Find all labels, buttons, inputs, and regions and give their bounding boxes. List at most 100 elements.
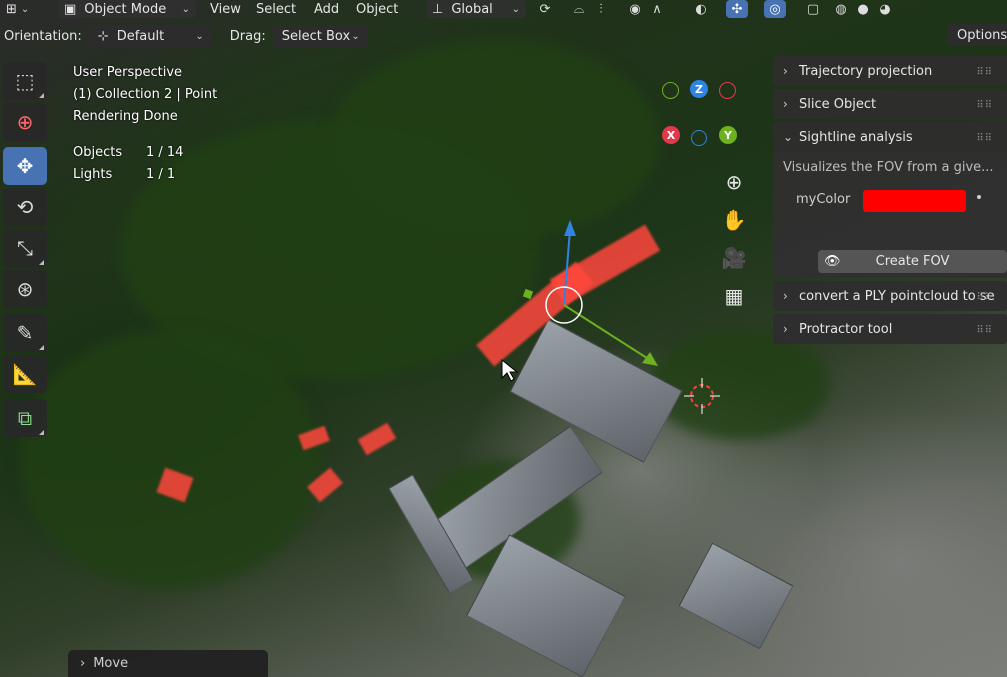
transform-orientation-dropdown[interactable]: ⊥ Global ⌄ (426, 0, 526, 18)
chevron-down-icon: ⌄ (511, 3, 520, 15)
cursor-tool[interactable]: ⊕ (3, 103, 47, 141)
view-name: User Perspective (73, 65, 183, 80)
neg-x-axis-handle[interactable] (719, 82, 736, 99)
color-swatch[interactable] (863, 190, 966, 212)
falloff-icon[interactable]: ∧ (646, 0, 668, 18)
chevron-down-icon: ⌄ (195, 30, 204, 42)
objects-value: 1 / 14 (146, 145, 184, 160)
drag-grip-icon[interactable]: ⠿⠿ (976, 292, 993, 303)
orientation-label: Global (451, 1, 493, 17)
solid-shading-icon[interactable]: ● (852, 0, 874, 18)
animate-property-dot[interactable] (977, 195, 981, 199)
drag-grip-icon[interactable]: ⠿⠿ (976, 67, 993, 78)
viewport-info-overlay: User Perspective (1) Collection 2 | Poin… (73, 62, 217, 186)
chevron-down-icon: ⌄ (20, 3, 30, 15)
drag-dropdown[interactable]: Select Box ⌄ (273, 25, 368, 47)
xray-icon[interactable]: ▢ (802, 0, 824, 18)
rotate-icon: ⟲ (16, 195, 34, 219)
chevron-right-icon: › (80, 656, 86, 671)
ortho-grid-icon[interactable]: ▦ (720, 282, 748, 310)
menu-object[interactable]: Object (356, 0, 416, 18)
pan-hand-icon[interactable]: ✋ (720, 206, 748, 234)
panel-label: Slice Object (799, 96, 877, 112)
panel-trajectory-projection[interactable]: › Trajectory projection ⠿⠿ (773, 56, 1007, 86)
panel-description: Visualizes the FOV from a give... (783, 160, 994, 175)
drag-grip-icon[interactable]: ⠿⠿ (976, 100, 993, 111)
panel-protractor-tool[interactable]: › Protractor tool ⠿⠿ (773, 314, 1007, 344)
chevron-down-icon: ⌄ (181, 3, 190, 15)
chevron-down-icon: ⌄ (351, 30, 360, 42)
object-mode-icon: ▣ (64, 1, 77, 17)
menu-select[interactable]: Select (256, 0, 314, 18)
mode-label: Object Mode (84, 1, 167, 17)
panel-sightline-analysis[interactable]: ⌄ Sightline analysis ⠿⠿ (773, 122, 1007, 152)
options-button[interactable]: Options (948, 24, 1007, 46)
chevron-right-icon: › (783, 322, 788, 336)
panel-slice-object[interactable]: › Slice Object ⠿⠿ (773, 89, 1007, 119)
snap-target-icon[interactable]: ⫶ (590, 0, 612, 18)
select-box-icon: ⬚ (15, 69, 35, 93)
color-property-label: myColor (796, 192, 851, 207)
panel-label: convert a PLY pointcloud to se (799, 288, 995, 304)
z-axis-button[interactable]: Z (690, 80, 708, 98)
eye-icon: 👁 (824, 254, 841, 269)
snap-icon[interactable]: ⌓ (568, 0, 590, 18)
proportional-edit-icon[interactable]: ◉ (624, 0, 646, 18)
3d-cursor-icon (684, 378, 720, 414)
navigation-gizmo[interactable]: Z X Y (658, 76, 744, 156)
sightline-panel-body: Visualizes the FOV from a give... myColo… (773, 152, 1007, 278)
add-cube-tool[interactable]: ⧉ (3, 399, 47, 437)
drag-grip-icon[interactable]: ⠿⠿ (976, 133, 993, 144)
measure-tool[interactable]: 📐 (3, 355, 47, 393)
fov-highlight (357, 422, 397, 456)
create-fov-button[interactable]: 👁 Create FOV (818, 250, 1007, 273)
menu-add[interactable]: Add (314, 0, 356, 18)
zoom-icon[interactable]: ⊕ (720, 168, 748, 196)
material-shading-icon[interactable]: ◕ (874, 0, 896, 18)
visibility-icon[interactable]: ◐ (690, 0, 712, 18)
measure-icon: 📐 (12, 362, 38, 386)
drag-grip-icon[interactable]: ⠿⠿ (976, 325, 993, 336)
neg-z-axis-handle[interactable] (691, 130, 707, 146)
move-tool[interactable]: ✥ (3, 147, 47, 185)
move-icon: ✥ (16, 154, 34, 178)
panel-convert-ply[interactable]: › convert a PLY pointcloud to se ⠿⠿ (773, 281, 1007, 311)
neg-y-axis-handle[interactable] (662, 82, 679, 99)
scale-tool[interactable]: ⤡ (3, 229, 47, 267)
transform-tool[interactable]: ⊛ (3, 270, 47, 308)
chevron-right-icon: › (783, 64, 788, 78)
rotate-tool[interactable]: ⟲ (3, 188, 47, 226)
mode-dropdown[interactable]: ▣ Object Mode ⌄ (58, 0, 196, 18)
building (678, 542, 794, 650)
chevron-right-icon: › (783, 97, 788, 111)
pivot-point-icon[interactable]: ⟳ (534, 0, 556, 18)
select-box-tool[interactable]: ⬚ (3, 62, 47, 100)
camera-view-icon[interactable]: 🎥 (720, 244, 748, 272)
panel-label: Sightline analysis (799, 129, 913, 145)
create-fov-label: Create FOV (875, 254, 950, 269)
scale-icon: ⤡ (17, 236, 33, 260)
chevron-right-icon: › (783, 289, 788, 303)
cursor-icon: ⊕ (16, 110, 34, 134)
x-axis-button[interactable]: X (662, 126, 680, 144)
orientation-icon: ⊹ (97, 28, 109, 44)
wireframe-shading-icon[interactable]: ◍ (830, 0, 852, 18)
viewport-icon: ⊞ (6, 1, 17, 17)
collection-info: (1) Collection 2 | Point (73, 87, 218, 102)
annotate-icon: ✎ (16, 321, 34, 345)
orientation-dropdown[interactable]: ⊹ Default ⌄ (89, 25, 212, 47)
orientation-icon: ⊥ (432, 1, 444, 17)
last-operation-panel[interactable]: › Move (68, 650, 268, 677)
drag-value: Select Box (281, 28, 351, 44)
editor-type-button[interactable]: ⊞ ⌄ (0, 0, 52, 18)
viewport-header: ⊞ ⌄ ▣ Object Mode ⌄ View Select Add Objec… (0, 0, 1007, 18)
panel-label: Protractor tool (799, 321, 893, 337)
annotate-tool[interactable]: ✎ (3, 314, 47, 352)
gizmo-toggle-icon[interactable]: ✣ (726, 0, 748, 18)
orientation-label: Orientation: (4, 28, 82, 44)
menu-view[interactable]: View (210, 0, 256, 18)
orientation-value: Default (116, 28, 165, 44)
y-axis-button[interactable]: Y (719, 126, 737, 144)
overlay-toggle-icon[interactable]: ◎ (764, 0, 786, 18)
objects-label: Objects (73, 145, 123, 160)
